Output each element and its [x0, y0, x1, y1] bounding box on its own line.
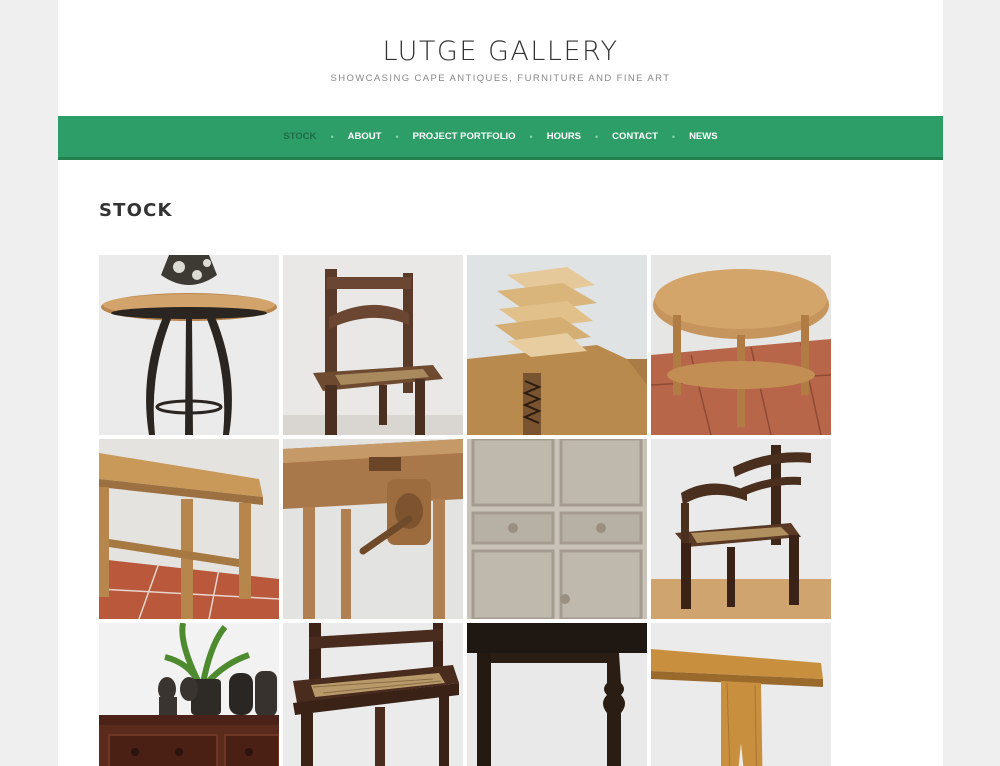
gallery-item-pine-table[interactable]: [99, 439, 279, 619]
gallery-item-armchair[interactable]: [651, 439, 831, 619]
dark-table-photo: [467, 623, 647, 766]
gallery-grid: [99, 255, 835, 766]
nav-item-project-portfolio[interactable]: PROJECT PORTFOLIO: [413, 131, 516, 142]
nav-separator: •: [595, 131, 599, 142]
pine-table-photo: [99, 439, 279, 619]
nav-item-stock[interactable]: STOCK: [283, 131, 316, 142]
pine-bench-photo: [651, 623, 831, 766]
site-tagline: SHOWCASING CAPE ANTIQUES, FURNITURE AND …: [330, 73, 671, 84]
gallery-item-round-pine-table[interactable]: [651, 255, 831, 435]
gallery-item-workbench[interactable]: [283, 439, 463, 619]
nav-separator: •: [330, 131, 334, 142]
nav-separator: •: [529, 131, 533, 142]
gallery-item-pine-bench[interactable]: [651, 623, 831, 766]
main-nav: STOCK • ABOUT • PROJECT PORTFOLIO • HOUR…: [58, 116, 943, 160]
riempie-chair-photo: [283, 623, 463, 766]
round-table-photo: [99, 255, 279, 435]
nav-item-hours[interactable]: HOURS: [547, 131, 581, 142]
round-pine-table-photo: [651, 255, 831, 435]
armchair-photo: [651, 439, 831, 619]
stacked-boards-photo: [467, 255, 647, 435]
page-container: LUTGE GALLERY SHOWCASING CAPE ANTIQUES, …: [58, 0, 943, 766]
cupboard-photo: [467, 439, 647, 619]
nav-separator: •: [395, 131, 399, 142]
gallery-item-riempie-chair[interactable]: [283, 623, 463, 766]
workbench-photo: [283, 439, 463, 619]
gallery-item-stacked-boards[interactable]: [467, 255, 647, 435]
nav-separator: •: [671, 131, 676, 142]
nav-item-contact[interactable]: CONTACT: [612, 131, 658, 142]
gallery-item-sideboard[interactable]: [99, 623, 279, 766]
page-title: STOCK: [99, 200, 173, 221]
gallery-item-cupboard[interactable]: [467, 439, 647, 619]
sideboard-photo: [99, 623, 279, 766]
gallery-item-round-table[interactable]: [99, 255, 279, 435]
site-title[interactable]: LUTGE GALLERY: [58, 36, 943, 67]
nav-item-about[interactable]: ABOUT: [348, 131, 382, 142]
gallery-item-wooden-chair[interactable]: [283, 255, 463, 435]
wooden-chair-photo: [283, 255, 463, 435]
gallery-item-dark-table[interactable]: [467, 623, 647, 766]
nav-item-news[interactable]: NEWS: [689, 131, 718, 142]
